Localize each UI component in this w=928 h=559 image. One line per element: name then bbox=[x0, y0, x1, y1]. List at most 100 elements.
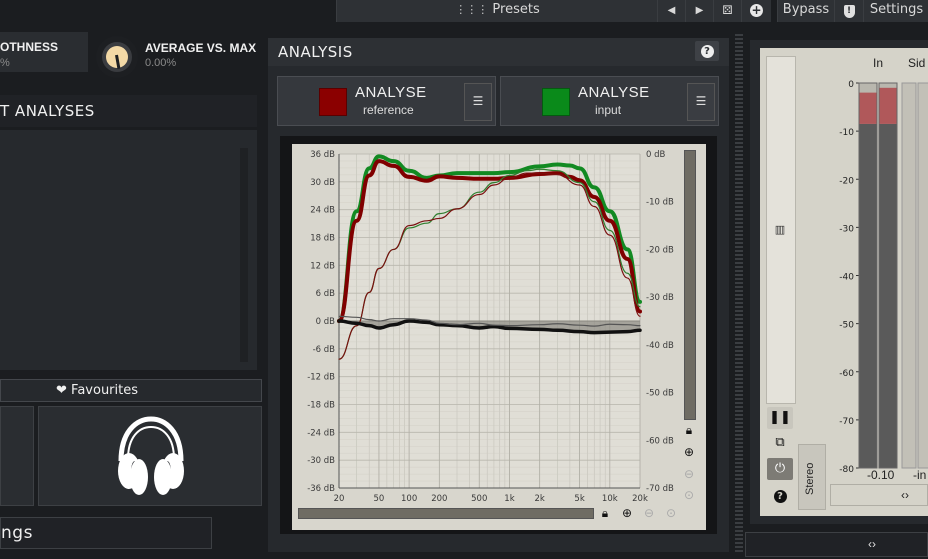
grid-icon: ⋮⋮⋮ bbox=[455, 3, 489, 16]
y-tick-label-right: -30 dB bbox=[646, 293, 674, 303]
horizontal-zoom-reset-button[interactable]: ⊙ bbox=[660, 504, 682, 522]
preset-tile-left[interactable] bbox=[0, 406, 34, 506]
zoom-out-icon: ⊖ bbox=[683, 467, 695, 481]
x-tick-label: 100 bbox=[401, 494, 417, 504]
analyses-list[interactable] bbox=[0, 130, 257, 370]
meter-scale-button[interactable]: ▥ bbox=[769, 222, 791, 238]
meter-channel-peak-0 bbox=[859, 92, 877, 124]
meter-tick-label: -30 bbox=[839, 224, 854, 234]
zoom-reset-icon: ⊙ bbox=[683, 488, 695, 502]
analyse-reference-button[interactable]: ANALYSE reference ☰ bbox=[277, 76, 496, 126]
x-tick-label: 50 bbox=[374, 494, 385, 504]
analyse-input-subtitle: input bbox=[595, 103, 622, 117]
horizontal-zoom-out-button[interactable]: ⊖ bbox=[638, 504, 660, 522]
vertical-zoom-out-button[interactable]: ⊖ bbox=[677, 465, 701, 483]
spectrum-chart[interactable]: 36 dB 30 dB 24 dB 18 dB 12 dB 6 dB 0 dB -6 dB -1… bbox=[292, 144, 706, 530]
meter-icon: ▥ bbox=[774, 223, 786, 236]
pause-button[interactable]: ❚❚ bbox=[767, 407, 793, 429]
settings-label: Settings bbox=[869, 2, 924, 17]
random-preset-button[interactable]: ⚄ bbox=[713, 0, 741, 22]
side-meter-channel bbox=[901, 82, 917, 469]
settings-button[interactable]: Settings bbox=[863, 0, 928, 22]
vertical-zoom-reset-button[interactable]: ⊙ bbox=[677, 486, 701, 504]
horizontal-lock-button[interactable]: 🔒︎ bbox=[594, 504, 616, 522]
analyse-reference-subtitle: reference bbox=[363, 103, 414, 117]
analyse-input-button[interactable]: ANALYSE input ☰ bbox=[500, 76, 719, 126]
y-tick-label-left: 36 dB bbox=[310, 150, 335, 160]
meter-tick-label: -70 bbox=[839, 417, 854, 427]
triangle-right-icon: ▶ bbox=[695, 5, 704, 16]
side-peak-value[interactable]: -in bbox=[913, 468, 926, 482]
y-tick-label-left: 0 dB bbox=[316, 317, 336, 327]
input-color-swatch bbox=[542, 88, 570, 116]
settings-section-title: ngs bbox=[1, 523, 33, 543]
smoothness-value: % bbox=[0, 57, 10, 69]
lock-icon: 🔒︎ bbox=[685, 423, 693, 437]
bottom-expand-label: ‹› bbox=[868, 537, 876, 551]
x-tick-label: 1k bbox=[504, 494, 514, 504]
x-tick-label: 500 bbox=[471, 494, 487, 504]
meter-tick-label: -10 bbox=[839, 128, 854, 138]
plus-circle-icon: + bbox=[750, 3, 763, 17]
y-tick-label-right: 0 dB bbox=[646, 150, 666, 160]
y-tick-label-left: -6 dB bbox=[313, 345, 336, 355]
vertical-zoom-in-button[interactable]: ⊕ bbox=[677, 443, 701, 461]
meter-expand-label: ‹› bbox=[901, 488, 909, 502]
analysis-panel: ANALYSIS ? ANALYSE reference ☰ ANALYSE i… bbox=[268, 38, 729, 552]
x-tick-label: 200 bbox=[431, 494, 447, 504]
stereo-label: Stereo bbox=[804, 462, 816, 495]
meter-help-button[interactable]: ? bbox=[767, 485, 793, 507]
presets-button[interactable]: ⋮⋮⋮ Presets bbox=[336, 0, 658, 22]
bypass-label: Bypass bbox=[782, 2, 830, 17]
preset-tile-headphones[interactable] bbox=[38, 406, 262, 506]
x-tick-label: 20k bbox=[632, 494, 648, 504]
add-preset-button[interactable]: + bbox=[741, 0, 771, 22]
panel-splitter[interactable] bbox=[735, 34, 743, 554]
in-peak-value[interactable]: -0.10 bbox=[867, 468, 894, 482]
y-tick-label-left: 24 dB bbox=[310, 206, 335, 216]
top-bar-spacer bbox=[0, 0, 336, 22]
input-menu-button[interactable]: ☰ bbox=[687, 83, 715, 121]
favourites-label: Favourites bbox=[71, 383, 139, 398]
average-knob[interactable] bbox=[96, 36, 138, 78]
vertical-lock-button[interactable]: 🔒︎ bbox=[677, 421, 701, 439]
prev-preset-button[interactable]: ◀ bbox=[657, 0, 685, 22]
smoothness-control[interactable]: OTHNESS % bbox=[0, 32, 88, 72]
bypass-button[interactable]: Bypass bbox=[777, 0, 834, 22]
lock-icon: 🔒︎ bbox=[601, 506, 609, 520]
smoothness-label: OTHNESS bbox=[0, 40, 59, 54]
triangle-left-icon: ◀ bbox=[667, 5, 676, 16]
average-vs-max-label: AVERAGE VS. MAX bbox=[145, 41, 257, 55]
y-tick-label-right: -10 dB bbox=[646, 198, 674, 208]
analysis-help-button[interactable]: ? bbox=[695, 41, 719, 61]
power-button[interactable]: ⏻ bbox=[767, 458, 793, 480]
range-slider-vertical[interactable] bbox=[684, 150, 696, 420]
zoom-in-icon: ⊕ bbox=[621, 506, 633, 520]
analysis-header: ANALYSIS ? bbox=[268, 38, 729, 66]
analysis-title: ANALYSIS bbox=[278, 43, 353, 61]
reference-menu-button[interactable]: ☰ bbox=[464, 83, 492, 121]
y-tick-label-right: -20 dB bbox=[646, 245, 674, 255]
zoom-reset-icon: ⊙ bbox=[665, 506, 677, 520]
headphones-icon bbox=[118, 416, 184, 495]
settings-section[interactable]: ngs bbox=[0, 517, 212, 549]
level-meter: 0 -10 -20 -30 -40 -50 -60 -70 -80 bbox=[839, 80, 928, 472]
bottom-expand-button[interactable]: ‹› bbox=[745, 532, 928, 557]
analyses-scrollbar[interactable] bbox=[240, 148, 248, 362]
y-tick-label-right: -70 dB bbox=[646, 484, 674, 494]
reference-color-swatch bbox=[319, 88, 347, 116]
range-slider-horizontal[interactable] bbox=[298, 508, 594, 519]
favourites-bar[interactable]: ❤ Favourites bbox=[0, 379, 262, 402]
hamburger-icon: ☰ bbox=[695, 94, 707, 108]
meter-tick-label: -50 bbox=[839, 321, 854, 331]
clone-button[interactable]: ⧉ bbox=[767, 432, 793, 454]
graph-background: 36 dB 30 dB 24 dB 18 dB 12 dB 6 dB 0 dB -6 dB -1… bbox=[292, 144, 706, 530]
help-menu-button[interactable]: ! bbox=[834, 0, 863, 22]
analyse-reference-title: ANALYSE bbox=[355, 84, 427, 101]
meter-channel-peak-1 bbox=[879, 87, 897, 124]
y-tick-label-left: 18 dB bbox=[310, 234, 335, 244]
y-tick-label-left: -36 dB bbox=[307, 484, 335, 494]
horizontal-zoom-in-button[interactable]: ⊕ bbox=[616, 504, 638, 522]
next-preset-button[interactable]: ▶ bbox=[685, 0, 713, 22]
meter-expand-button[interactable]: ‹› bbox=[830, 484, 928, 506]
